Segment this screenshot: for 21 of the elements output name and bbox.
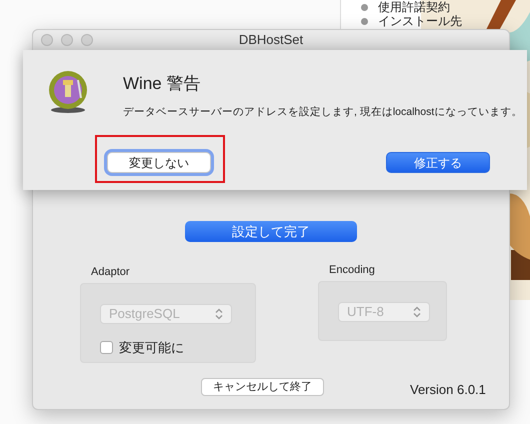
minimize-button[interactable] (61, 34, 73, 46)
group-label: Encoding (329, 263, 376, 278)
close-button[interactable] (41, 34, 53, 46)
bullet-icon (361, 4, 368, 11)
dialog-button[interactable]: 修正する (386, 152, 490, 174)
dialog-button[interactable]: 変更しない (107, 152, 211, 174)
list-item: インストール先 (378, 15, 462, 28)
cancel-button[interactable]: キャンセルして終了 (201, 378, 324, 396)
chevron-icon (413, 306, 421, 318)
wine-icon (47, 70, 89, 114)
bullet-icon (361, 18, 368, 25)
list-item: 使用許諾契約 (378, 1, 450, 14)
group-label: Adaptor (91, 265, 131, 280)
window-title: DBHostSet (238, 31, 304, 50)
alert-title: Wine 警告 (123, 73, 202, 95)
zoom-button[interactable] (81, 34, 93, 46)
primary-button[interactable]: 設定して完了 (185, 221, 357, 242)
version-label: Version 6.0.1 (410, 380, 486, 398)
checkbox-label: 変更可能に (119, 338, 184, 356)
chevron-icon (215, 308, 223, 320)
alert-message: データベースサーバーのアドレスを設定します, 現在はlocalhostになっています。 (123, 104, 522, 120)
